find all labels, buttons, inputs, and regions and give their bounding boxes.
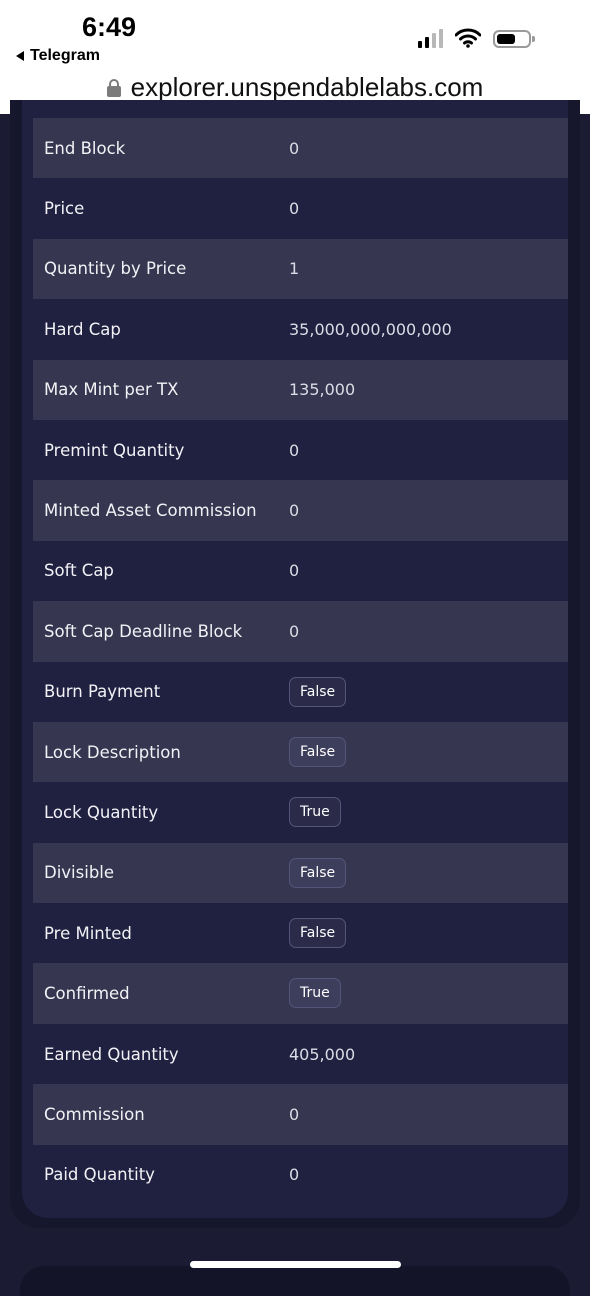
home-indicator[interactable]	[190, 1261, 401, 1268]
row-premint-quantity: Premint Quantity 0	[33, 420, 568, 480]
lock-icon	[106, 78, 121, 97]
row-value: 0	[289, 440, 300, 460]
row-label: Premint Quantity	[44, 440, 185, 460]
row-value: 0	[289, 199, 300, 219]
browser-top-bar: 6:49 Telegram explorer.unspendablelabs.c…	[0, 0, 590, 114]
row-soft-cap: Soft Cap 0	[33, 541, 568, 601]
row-confirmed: Confirmed True	[33, 963, 568, 1024]
row-lock-description: Lock Description False	[33, 721, 568, 783]
row-quantity-by-price: Quantity by Price 1	[33, 238, 568, 300]
boolean-badge: True	[289, 797, 341, 828]
status-time: 6:49	[82, 12, 137, 42]
row-soft-cap-deadline-block: Soft Cap Deadline Block 0	[33, 601, 568, 662]
row-label: Pre Minted	[44, 923, 132, 943]
back-to-app-link[interactable]: Telegram	[16, 47, 100, 65]
row-commission: Commission 0	[33, 1084, 568, 1145]
row-value: 35,000,000,000,000	[289, 319, 452, 339]
row-label: Price	[44, 199, 85, 219]
row-label: Paid Quantity	[44, 1165, 155, 1185]
row-value: 405,000	[289, 1044, 356, 1064]
cellular-signal-icon	[418, 28, 443, 48]
row-price: Price 0	[33, 178, 568, 238]
row-label: Hard Cap	[44, 319, 121, 339]
row-label: Max Mint per TX	[44, 380, 179, 400]
row-label: Lock Quantity	[44, 802, 159, 822]
battery-icon	[493, 30, 535, 48]
boolean-badge: False	[289, 676, 347, 707]
row-value: 135,000	[289, 380, 356, 400]
row-max-mint-per-tx: Max Mint per TX 135,000	[33, 359, 568, 420]
row-label: Divisible	[44, 863, 115, 883]
row-pre-minted: Pre Minted False	[33, 903, 568, 963]
row-label: Lock Description	[44, 742, 181, 762]
row-value: 0	[289, 501, 300, 521]
row-label: Earned Quantity	[44, 1044, 179, 1064]
row-label: Soft Cap Deadline Block	[44, 621, 243, 641]
row-label: Soft Cap	[44, 561, 114, 581]
row-label: Burn Payment	[44, 682, 161, 702]
row-label: Minted Asset Commission	[44, 501, 257, 521]
next-card-edge	[20, 1266, 570, 1296]
back-app-label: Telegram	[30, 47, 100, 64]
row-value: 0	[289, 621, 300, 641]
row-burn-payment: Burn Payment False	[33, 662, 568, 722]
row-value: 0	[289, 1104, 300, 1124]
boolean-badge: False	[289, 857, 347, 888]
row-end-block: End Block 0	[33, 118, 568, 179]
row-label: Commission	[44, 1104, 145, 1124]
back-arrow-icon	[16, 51, 24, 61]
boolean-badge: False	[289, 918, 347, 949]
status-icons	[418, 28, 535, 48]
boolean-badge: True	[289, 978, 341, 1009]
boolean-badge: False	[289, 736, 347, 767]
row-lock-quantity: Lock Quantity True	[33, 782, 568, 842]
row-minted-asset-commission: Minted Asset Commission 0	[33, 480, 568, 541]
row-divisible: Divisible False	[33, 842, 568, 904]
wifi-icon	[455, 28, 481, 48]
row-label: End Block	[44, 138, 126, 158]
row-earned-quantity: Earned Quantity 405,000	[33, 1024, 568, 1084]
row-label: Confirmed	[44, 984, 130, 1004]
address-bar[interactable]: explorer.unspendablelabs.com	[0, 72, 590, 103]
row-paid-quantity: Paid Quantity 0	[33, 1145, 568, 1205]
row-value: 0	[289, 138, 300, 158]
row-value: 0	[289, 561, 300, 581]
details-table: End Block 0 Price 0 Quantity by Price 1 Har…	[33, 118, 568, 1205]
row-value: 1	[289, 259, 300, 279]
row-value: 0	[289, 1165, 300, 1185]
url-text: explorer.unspendablelabs.com	[130, 72, 484, 102]
row-label: Quantity by Price	[44, 259, 187, 279]
row-hard-cap: Hard Cap 35,000,000,000,000	[33, 299, 568, 359]
